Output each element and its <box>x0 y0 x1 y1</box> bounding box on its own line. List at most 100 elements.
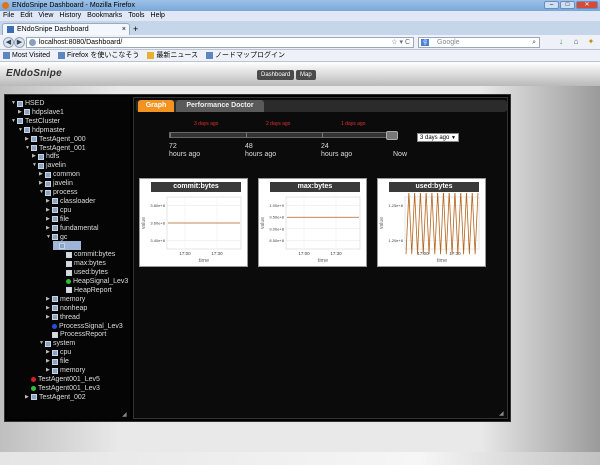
tree-node[interactable]: ▶ nonheap <box>46 304 87 313</box>
expanded-arrow-icon[interactable]: ▼ <box>53 241 58 250</box>
expanded-arrow-icon[interactable]: ▼ <box>11 99 16 108</box>
collapsed-arrow-icon[interactable]: ▶ <box>46 357 50 366</box>
expanded-arrow-icon[interactable]: ▼ <box>39 188 44 197</box>
back-icon[interactable]: ◀ <box>3 37 14 48</box>
collapsed-arrow-icon[interactable]: ▶ <box>18 108 22 117</box>
tree-node[interactable]: ▶ javelin <box>39 179 73 188</box>
tree-node[interactable]: ▼ hdpmaster <box>18 126 65 135</box>
search-engine-icon[interactable]: g <box>421 39 429 46</box>
tree-node[interactable]: TestAgent001_Lev5 <box>25 375 100 384</box>
collapsed-arrow-icon[interactable]: ▶ <box>39 170 43 179</box>
addons-icon[interactable]: ✦ <box>586 37 596 47</box>
tree-node[interactable]: ▶ fundamental <box>46 224 99 233</box>
chart-commit-bytes[interactable]: commit:bytes 3.80e+8 3.60e+8 3.40e+8 17:00 1… <box>139 178 248 267</box>
menu-bookmarks[interactable]: Bookmarks <box>87 11 122 21</box>
tab-performance-doctor[interactable]: Performance Doctor <box>176 100 264 112</box>
chart-max-bytes[interactable]: max:bytes 1.00e+9 9.50e+8 9.00e+8 8.50e+8 17… <box>258 178 367 267</box>
close-window-button[interactable]: ✕ <box>576 1 598 9</box>
menu-view[interactable]: View <box>38 11 53 21</box>
resize-handle-icon[interactable]: ◢ <box>499 411 505 417</box>
collapsed-arrow-icon[interactable]: ▶ <box>46 224 50 233</box>
collapsed-arrow-icon[interactable]: ▶ <box>46 197 50 206</box>
collapsed-arrow-icon[interactable]: ▶ <box>25 393 29 402</box>
tree-node[interactable]: ProcessReport <box>46 330 106 339</box>
expanded-arrow-icon[interactable]: ▼ <box>18 126 23 135</box>
collapsed-arrow-icon[interactable]: ▶ <box>25 135 29 144</box>
maximize-button[interactable]: □ <box>560 1 575 9</box>
dashboard-button[interactable]: Dashboard <box>257 70 295 80</box>
expanded-arrow-icon[interactable]: ▼ <box>32 161 37 170</box>
browser-tab[interactable]: ENdoSnipe Dashboard × <box>2 23 130 35</box>
tree-node[interactable]: ▶ classloader <box>46 197 95 206</box>
tree-node[interactable]: ProcessSignal_Lev3 <box>46 322 123 331</box>
tree-node[interactable]: ▼ HSED <box>11 99 44 108</box>
tree-node[interactable]: used:bytes <box>60 268 108 277</box>
time-slider[interactable] <box>169 131 398 140</box>
expanded-arrow-icon[interactable]: ▼ <box>46 233 51 242</box>
collapsed-arrow-icon[interactable]: ▶ <box>39 179 43 188</box>
collapsed-arrow-icon[interactable]: ▶ <box>46 348 50 357</box>
menu-tools[interactable]: Tools <box>128 11 144 21</box>
collapsed-arrow-icon[interactable]: ▶ <box>46 313 50 322</box>
bookmark-news[interactable]: 最新ニュース <box>147 50 198 61</box>
menu-file[interactable]: File <box>3 11 14 21</box>
tree-node[interactable]: ▶ hdpslave1 <box>18 108 64 117</box>
menu-help[interactable]: Help <box>151 11 165 21</box>
home-icon[interactable]: ⌂ <box>571 37 581 47</box>
expanded-arrow-icon[interactable]: ▼ <box>11 117 16 126</box>
tree-node[interactable]: ▼ <box>53 241 81 251</box>
tree-node[interactable]: ▶ memory <box>46 366 85 375</box>
tree-node[interactable]: HeapReport <box>60 286 112 295</box>
bookmark-most-visited[interactable]: Most Visited <box>3 50 50 61</box>
tree-node[interactable]: ▼ gc <box>46 233 67 242</box>
collapsed-arrow-icon[interactable]: ▶ <box>46 295 50 304</box>
search-icon[interactable]: ⌕ <box>532 38 536 47</box>
tree-node[interactable]: TestAgent001_Lev3 <box>25 384 100 393</box>
tree-node[interactable]: ▶ thread <box>46 313 80 322</box>
tree-node[interactable]: ▼ javelin <box>32 161 66 170</box>
collapsed-arrow-icon[interactable]: ▶ <box>46 304 50 313</box>
signal-status-icon <box>31 385 36 391</box>
tab-graph[interactable]: Graph <box>138 100 174 112</box>
collapsed-arrow-icon[interactable]: ▶ <box>32 152 36 161</box>
tree-node[interactable]: ▶ hdfs <box>32 152 59 161</box>
tree-node[interactable]: ▶ TestAgent_000 <box>25 135 86 144</box>
slider-handle[interactable] <box>386 131 398 140</box>
tab-close-icon[interactable]: × <box>122 24 126 35</box>
tree-node[interactable]: max:bytes <box>60 259 106 268</box>
url-bar[interactable]: localhost:8080/Dashboard/ ☆ ▾ C <box>26 37 414 48</box>
collapsed-arrow-icon[interactable]: ▶ <box>46 206 50 215</box>
tree-node[interactable]: ▶ cpu <box>46 206 71 215</box>
tree-node[interactable]: ▶ file <box>46 215 69 224</box>
collapsed-arrow-icon[interactable]: ▶ <box>46 366 50 375</box>
search-input[interactable]: g Google ⌕ <box>418 37 540 48</box>
tree-node[interactable]: HeapSignal_Lev3 <box>60 277 128 286</box>
bookmark-nodemap[interactable]: ノードマップログイン <box>206 50 285 61</box>
tree-node[interactable]: ▼ TestCluster <box>11 117 60 126</box>
menu-history[interactable]: History <box>59 11 81 21</box>
expanded-arrow-icon[interactable]: ▼ <box>39 339 44 348</box>
tree-node[interactable]: ▼ TestAgent_001 <box>25 144 86 153</box>
tree-node[interactable]: ▶ memory <box>46 295 85 304</box>
new-tab-button[interactable]: + <box>133 25 138 34</box>
map-button[interactable]: Map <box>296 70 316 80</box>
collapsed-arrow-icon[interactable]: ▶ <box>46 215 50 224</box>
tree-node[interactable]: ▶ TestAgent_002 <box>25 393 86 402</box>
expanded-arrow-icon[interactable]: ▼ <box>25 144 30 153</box>
tree-node-label: thread <box>60 313 80 321</box>
tree-node[interactable]: commit:bytes <box>60 250 115 259</box>
range-select[interactable]: 3 days ago ▼ <box>417 133 459 142</box>
menu-edit[interactable]: Edit <box>20 11 32 21</box>
bookmark-firefox[interactable]: Firefox を使いこなそう <box>58 50 139 61</box>
tree-node[interactable]: ▼ system <box>39 339 75 348</box>
tree-node[interactable]: ▼ process <box>39 188 78 197</box>
tree-node[interactable]: ▶ cpu <box>46 348 71 357</box>
tree-node[interactable]: ▶ common <box>39 170 80 179</box>
resize-handle-icon[interactable]: ◢ <box>122 412 128 418</box>
download-icon[interactable]: ↓ <box>556 37 566 47</box>
tree-node[interactable]: ▶ file <box>46 357 69 366</box>
minimize-button[interactable]: – <box>544 1 559 9</box>
forward-icon[interactable]: ▶ <box>14 37 25 48</box>
star-icon[interactable]: ☆ ▾ C <box>391 38 410 47</box>
chart-used-bytes[interactable]: used:bytes 1.25e+8 1.20e+8 17:00 17:30 time v… <box>377 178 486 267</box>
